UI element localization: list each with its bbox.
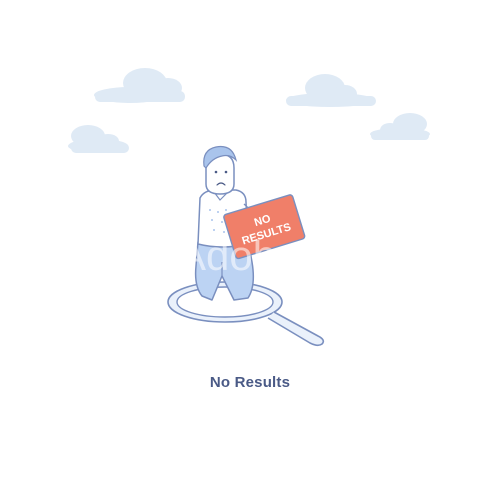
empty-state-screen: NO RESULTS Adobe Stock No Results <box>0 0 500 500</box>
cloud-left <box>68 125 129 153</box>
cloud-top-right <box>286 74 376 107</box>
cloud-top-left <box>94 68 185 103</box>
stock-watermark: Adobe Stock <box>178 232 417 279</box>
empty-state-title: No Results <box>209 374 291 391</box>
cloud-right <box>370 113 430 140</box>
